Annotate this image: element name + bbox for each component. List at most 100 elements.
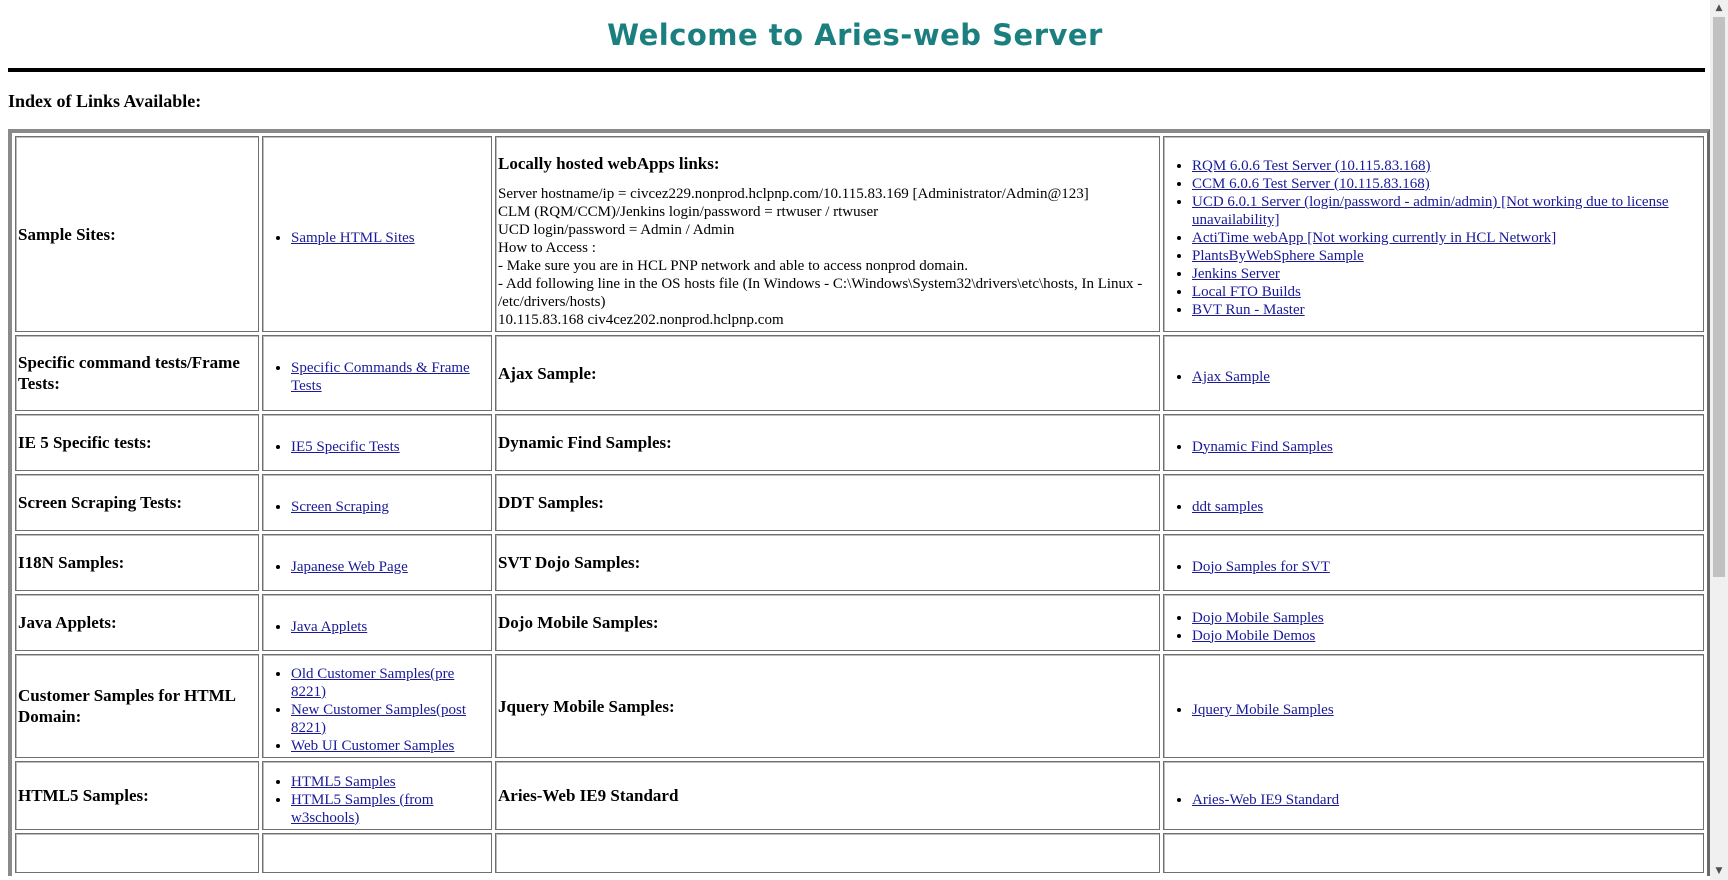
info-line: - Make sure you are in HCL PNP network a…	[498, 258, 969, 274]
link[interactable]: Japanese Web Page	[291, 559, 408, 575]
link[interactable]: Aries-Web IE9 Standard	[1192, 792, 1339, 808]
link[interactable]: Dynamic Find Samples	[1192, 439, 1333, 455]
link[interactable]: Web UI Customer Samples	[291, 738, 454, 754]
link[interactable]: Local FTO Builds	[1192, 284, 1301, 300]
table-row: Sample Sites: Sample HTML Sites Locally ho…	[15, 136, 1704, 332]
link-list: Screen Scraping	[265, 498, 489, 516]
link-list: Jquery Mobile Samples	[1166, 701, 1701, 719]
page: Welcome to Aries-web Server Index of Lin…	[0, 0, 1710, 880]
list-item: PlantsByWebSphere Sample	[1192, 247, 1701, 265]
link-list: Dojo Samples for SVT	[1166, 558, 1701, 576]
section-label: SVT Dojo Samples:	[495, 534, 1160, 591]
list-item: Old Customer Samples(pre 8221)	[291, 665, 489, 701]
table-row: Customer Samples for HTML Domain:Old Cus…	[15, 654, 1704, 758]
link[interactable]: PlantsByWebSphere Sample	[1192, 248, 1364, 264]
row-label: HTML5 Samples:	[15, 761, 259, 830]
list-item: RQM 6.0.6 Test Server (10.115.83.168)	[1192, 157, 1701, 175]
link-list: RQM 6.0.6 Test Server (10.115.83.168) CCM…	[1166, 157, 1701, 319]
list-item: Web UI Customer Samples	[291, 737, 489, 755]
link[interactable]: Specific Commands & Frame Tests	[291, 360, 470, 394]
list-item: Jquery Mobile Samples	[1192, 701, 1701, 719]
list-item: Screen Scraping	[291, 498, 489, 516]
section-label: DDT Samples:	[495, 474, 1160, 531]
link[interactable]: ActiTime webApp [Not working currently i…	[1192, 230, 1556, 246]
list-item: BVT Run - Master	[1192, 301, 1701, 319]
link[interactable]: Dojo Samples for SVT	[1192, 559, 1330, 575]
list-item: ActiTime webApp [Not working currently i…	[1192, 229, 1701, 247]
scrollbar-thumb[interactable]	[1713, 17, 1725, 577]
row-label	[15, 833, 259, 873]
links-cell: Dojo Mobile Samples Dojo Mobile Demos	[1163, 594, 1704, 651]
row-label: Java Applets:	[15, 594, 259, 651]
link[interactable]: BVT Run - Master	[1192, 302, 1305, 318]
list-item: Ajax Sample	[1192, 368, 1701, 386]
link[interactable]: Jenkins Server	[1192, 266, 1280, 282]
link[interactable]: Jquery Mobile Samples	[1192, 702, 1334, 718]
links-cell: Dojo Samples for SVT	[1163, 534, 1704, 591]
link-list: Old Customer Samples(pre 8221)New Custom…	[265, 665, 489, 755]
link[interactable]: Dojo Mobile Demos	[1192, 628, 1315, 644]
table-row: IE 5 Specific tests: IE5 Specific Tests Dy…	[15, 414, 1704, 471]
links-cell: Ajax Sample	[1163, 335, 1704, 411]
link-list: Aries-Web IE9 Standard	[1166, 791, 1701, 809]
link[interactable]: CCM 6.0.6 Test Server (10.115.83.168)	[1192, 176, 1430, 192]
section-label	[495, 833, 1160, 873]
section-label: Jquery Mobile Samples:	[495, 654, 1160, 758]
link[interactable]: Sample HTML Sites	[291, 230, 415, 246]
link-list: ddt samples	[1166, 498, 1701, 516]
links-cell: Japanese Web Page	[262, 534, 492, 591]
table-row: Java Applets: Java Applets Dojo Mobile Sam…	[15, 594, 1704, 651]
section-label: Dynamic Find Samples:	[495, 414, 1160, 471]
link-list: Sample HTML Sites	[265, 229, 489, 247]
link[interactable]: Dojo Mobile Samples	[1192, 610, 1324, 626]
link-list: HTML5 Samples HTML5 Samples (from w3schoo…	[265, 773, 489, 827]
link-list: IE5 Specific Tests	[265, 438, 489, 456]
link[interactable]: HTML5 Samples	[291, 774, 396, 790]
links-cell: Java Applets	[262, 594, 492, 651]
list-item: Sample HTML Sites	[291, 229, 489, 247]
link[interactable]: Old Customer Samples(pre 8221)	[291, 666, 454, 700]
info-line: How to Access :	[498, 240, 596, 256]
info-title: Locally hosted webApps links:	[498, 154, 720, 173]
table-row	[15, 833, 1704, 873]
link[interactable]: IE5 Specific Tests	[291, 439, 400, 455]
section-label: Aries-Web IE9 Standard	[495, 761, 1160, 830]
links-cell: Sample HTML Sites	[262, 136, 492, 332]
list-item: Dojo Samples for SVT	[1192, 558, 1701, 576]
link[interactable]: Ajax Sample	[1192, 369, 1270, 385]
link[interactable]: ddt samples	[1192, 499, 1263, 515]
list-item: HTML5 Samples (from w3schools)	[291, 791, 489, 827]
links-cell: Jquery Mobile Samples	[1163, 654, 1704, 758]
links-cell: Aries-Web IE9 Standard	[1163, 761, 1704, 830]
info-line: CLM (RQM/CCM)/Jenkins login/password = r…	[498, 204, 879, 220]
link[interactable]: New Customer Samples(post 8221)	[291, 702, 466, 736]
link[interactable]: HTML5 Samples (from w3schools)	[291, 792, 433, 826]
list-item: Jenkins Server	[1192, 265, 1701, 283]
scroll-up-icon[interactable]: ▲	[1710, 0, 1728, 17]
row-label: Specific command tests/Frame Tests:	[15, 335, 259, 411]
links-cell: Dynamic Find Samples	[1163, 414, 1704, 471]
links-cell: Specific Commands & Frame Tests	[262, 335, 492, 411]
row-label: Sample Sites:	[15, 136, 259, 332]
row-label: IE 5 Specific tests:	[15, 414, 259, 471]
page-title: Welcome to Aries-web Server	[607, 18, 1103, 52]
list-item: IE5 Specific Tests	[291, 438, 489, 456]
list-item: Specific Commands & Frame Tests	[291, 359, 489, 395]
link[interactable]: RQM 6.0.6 Test Server (10.115.83.168)	[1192, 158, 1431, 174]
info-line: 10.115.83.168 civ4cez202.nonprod.hclpnp.…	[498, 312, 784, 328]
scroll-down-icon[interactable]: ▼	[1710, 863, 1728, 880]
info-line: UCD login/password = Admin / Admin	[498, 222, 735, 238]
row-label: Customer Samples for HTML Domain:	[15, 654, 259, 758]
info-line: - Add following line in the OS hosts fil…	[498, 276, 1143, 310]
list-item: UCD 6.0.1 Server (login/password - admin…	[1192, 193, 1701, 229]
link[interactable]: Java Applets	[291, 619, 367, 635]
links-cell: Screen Scraping	[262, 474, 492, 531]
table-row: HTML5 Samples:HTML5 SamplesHTML5 Samples…	[15, 761, 1704, 830]
list-item: ddt samples	[1192, 498, 1701, 516]
link[interactable]: UCD 6.0.1 Server (login/password - admin…	[1192, 194, 1669, 228]
vertical-scrollbar[interactable]: ▲ ▼	[1710, 0, 1728, 880]
link[interactable]: Screen Scraping	[291, 499, 389, 515]
table-row: Specific command tests/Frame Tests: Speci…	[15, 335, 1704, 411]
links-cell: IE5 Specific Tests	[262, 414, 492, 471]
list-item: HTML5 Samples	[291, 773, 489, 791]
